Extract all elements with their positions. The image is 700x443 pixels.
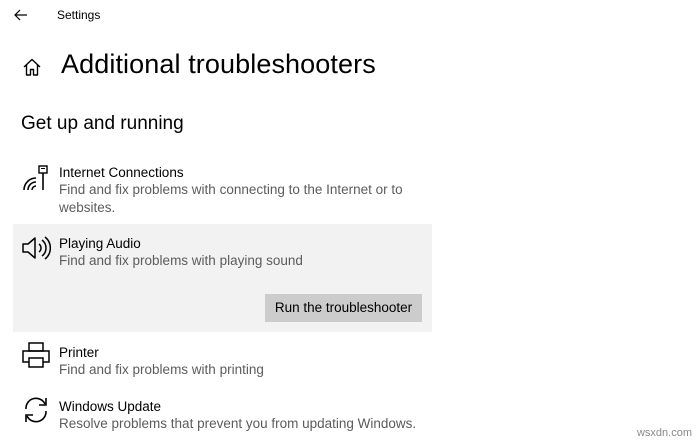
- page-title: Additional troubleshooters: [61, 49, 376, 79]
- troubleshooter-playing-audio[interactable]: Playing Audio Find and fix problems with…: [13, 224, 432, 332]
- arrow-left-icon: [14, 9, 27, 21]
- item-description: Find and fix problems with printing: [59, 362, 264, 377]
- item-name: Printer: [59, 345, 99, 360]
- item-description-line: websites.: [59, 200, 116, 215]
- app-title: Settings: [57, 8, 101, 22]
- run-troubleshooter-button[interactable]: Run the troubleshooter: [265, 294, 422, 322]
- back-button[interactable]: [10, 4, 34, 28]
- item-description-line: Find and fix problems with connecting to…: [59, 182, 403, 197]
- section-heading: Get up and running: [21, 113, 184, 134]
- home-icon[interactable]: [22, 57, 42, 77]
- speaker-icon: [22, 236, 51, 260]
- item-description: Find and fix problems with playing sound: [59, 253, 303, 268]
- item-description: Resolve problems that prevent you from u…: [59, 416, 417, 431]
- item-name: Internet Connections: [59, 165, 184, 180]
- troubleshooter-internet-connections[interactable]: Internet Connections Find and fix proble…: [13, 158, 432, 220]
- troubleshooter-printer[interactable]: Printer Find and fix problems with print…: [13, 336, 432, 384]
- title-bar: Settings: [0, 0, 700, 32]
- network-icon: [23, 165, 48, 191]
- watermark: wsxdn.com: [636, 427, 692, 439]
- sync-icon: [25, 397, 47, 423]
- item-name: Windows Update: [59, 399, 162, 414]
- troubleshooter-windows-update[interactable]: Windows Update Resolve problems that pre…: [13, 391, 432, 439]
- printer-icon: [22, 342, 50, 368]
- item-description: Find and fix problems with connecting to…: [59, 181, 419, 217]
- item-name: Playing Audio: [59, 236, 141, 251]
